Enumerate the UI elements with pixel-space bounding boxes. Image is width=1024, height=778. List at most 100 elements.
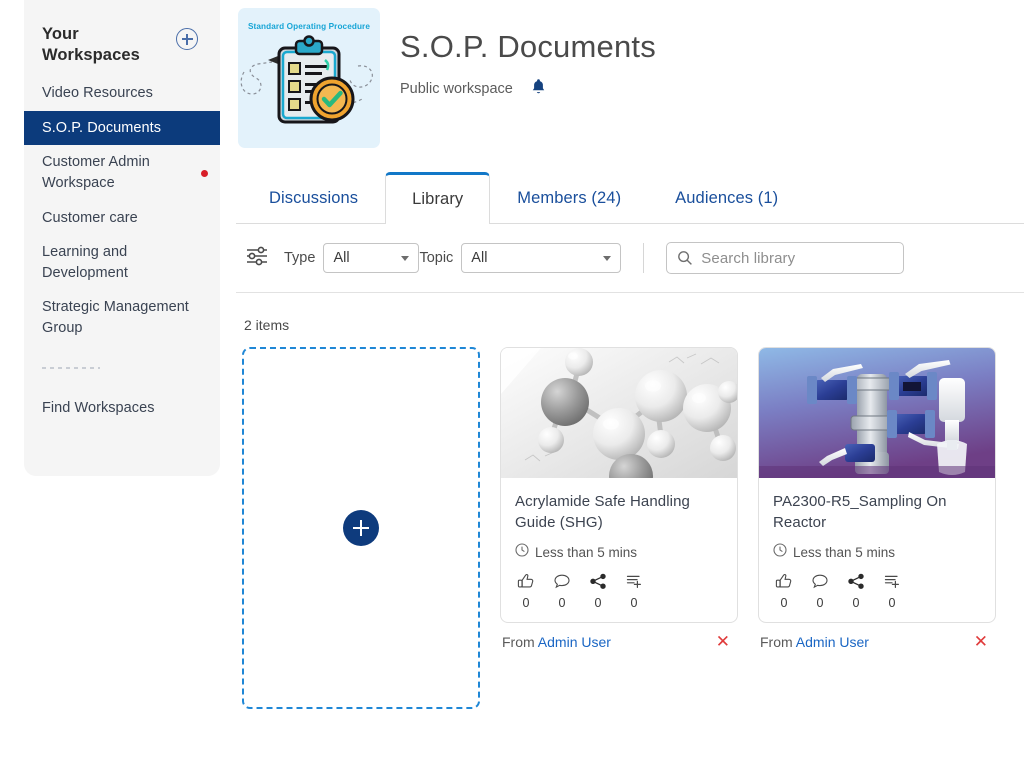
card-actions: 0 0 0 0 [773, 573, 981, 610]
action-count: 0 [780, 596, 788, 610]
tab-members[interactable]: Members (24) [490, 172, 648, 223]
sidebar-item-learning-and-development[interactable]: Learning and Development [24, 235, 220, 290]
action-count: 0 [558, 596, 566, 610]
topic-filter-select[interactable]: All [461, 243, 622, 273]
plus-circle-icon[interactable] [176, 28, 198, 50]
tab-library[interactable]: Library [385, 172, 491, 224]
thumbs-up-icon[interactable]: 0 [773, 573, 795, 610]
workspaces-sidebar: Your Workspaces Video Resources S.O.P. D… [24, 0, 220, 476]
card-owner: From Admin User [760, 634, 869, 650]
add-to-playlist-icon[interactable]: 0 [623, 573, 645, 610]
card-duration: Less than 5 mins [773, 543, 981, 562]
author-link[interactable]: Admin User [538, 634, 611, 650]
action-count: 0 [630, 596, 638, 610]
sidebar-title: Your Workspaces [42, 25, 140, 65]
from-label: From [502, 633, 535, 650]
sidebar-item-strategic-management-group[interactable]: Strategic Management Group [24, 290, 220, 345]
sidebar-item-customer-care[interactable]: Customer care [24, 201, 220, 236]
share-icon[interactable]: 0 [587, 573, 609, 610]
card-title: Acrylamide Safe Handling Guide (SHG) [515, 493, 690, 531]
close-icon[interactable]: ✕ [712, 633, 734, 650]
thumbs-up-icon[interactable]: 0 [515, 573, 537, 610]
card-owner: From Admin User [502, 634, 611, 650]
card-duration-label: Less than 5 mins [793, 545, 896, 560]
sidebar-header: Your Workspaces [24, 0, 220, 72]
plus-icon[interactable] [343, 510, 379, 546]
thumb-caption: Standard Operating Procedure [248, 22, 370, 31]
sidebar-item-sop-documents[interactable]: S.O.P. Documents [24, 110, 220, 146]
card-body: Acrylamide Safe Handling Guide (SHG) Les… [501, 478, 737, 622]
chevron-down-icon [401, 256, 410, 261]
search-placeholder: Search library [701, 249, 796, 267]
card-body: PA2300-R5_Sampling On Reactor Less than … [759, 478, 995, 622]
close-icon[interactable]: ✕ [970, 633, 992, 650]
add-content-tile[interactable] [242, 347, 480, 709]
tab-label: Library [412, 190, 464, 208]
main-content: Standard Operating Procedure S.O.P. Docu… [236, 0, 1024, 778]
page-title: S.O.P. Documents [400, 29, 656, 64]
sidebar-item-video-resources[interactable]: Video Resources [24, 76, 220, 111]
unread-dot-badge [201, 169, 208, 177]
sidebar-item-label: S.O.P. Documents [42, 119, 162, 136]
clock-icon [773, 543, 787, 562]
type-filter-value: All [333, 250, 350, 266]
share-icon[interactable]: 0 [845, 573, 867, 610]
card-footer: From Admin User ✕ [758, 623, 996, 650]
workspace-page: Your Workspaces Video Resources S.O.P. D… [0, 0, 1024, 778]
sidebar-item-label: Customer Admin Workspace [42, 154, 150, 191]
type-filter-label: Type [284, 250, 316, 266]
add-to-playlist-icon[interactable]: 0 [881, 573, 903, 610]
item-count-label: 2 items [244, 317, 290, 333]
sidebar-item-label: Video Resources [42, 85, 153, 102]
action-count: 0 [852, 596, 860, 610]
tab-label: Discussions [269, 188, 359, 207]
tab-label: Audiences (1) [675, 188, 779, 207]
chevron-down-icon [603, 256, 612, 261]
reactor-valves-image [759, 348, 995, 478]
card-footer: From Admin User ✕ [500, 623, 738, 650]
library-item: Acrylamide Safe Handling Guide (SHG) Les… [500, 347, 738, 709]
workspace-visibility-row: Public workspace [400, 78, 656, 100]
action-count: 0 [522, 596, 530, 610]
workspace-hero: Standard Operating Procedure S.O.P. Docu… [236, 0, 1024, 148]
sidebar-item-customer-admin-workspace[interactable]: Customer Admin Workspace [24, 145, 220, 200]
card-title: PA2300-R5_Sampling On Reactor [773, 493, 947, 531]
tab-discussions[interactable]: Discussions [242, 172, 385, 223]
card-duration-label: Less than 5 mins [535, 545, 638, 560]
filter-divider [643, 243, 645, 273]
sidebar-item-label: Find Workspaces [42, 400, 155, 417]
clock-icon [515, 543, 529, 562]
sliders-icon[interactable] [244, 243, 270, 274]
sidebar-item-label: Strategic Management Group [42, 299, 189, 336]
content-card[interactable]: Acrylamide Safe Handling Guide (SHG) Les… [500, 347, 738, 623]
tab-audiences[interactable]: Audiences (1) [648, 172, 805, 223]
action-count: 0 [816, 596, 824, 610]
hero-text-block: S.O.P. Documents Public workspace [380, 8, 656, 100]
card-duration: Less than 5 mins [515, 543, 723, 562]
sidebar-divider [42, 367, 100, 370]
from-label: From [760, 633, 793, 650]
workspace-tabs: Discussions Library Members (24) Audienc… [236, 172, 1024, 224]
library-filter-bar: Type All Topic All Search library [236, 224, 1024, 293]
card-actions: 0 0 0 0 [515, 573, 723, 610]
topic-filter-label: Topic [419, 250, 454, 266]
comment-icon[interactable]: 0 [809, 573, 831, 610]
bell-icon[interactable] [531, 78, 546, 100]
search-icon [677, 250, 693, 271]
tab-label: Members (24) [517, 188, 622, 207]
sidebar-item-label: Learning and Development [42, 244, 128, 281]
search-input[interactable]: Search library [666, 242, 905, 274]
topic-filter-value: All [471, 250, 488, 266]
action-count: 0 [888, 596, 896, 610]
comment-icon[interactable]: 0 [551, 573, 573, 610]
sidebar-item-label: Customer care [42, 209, 138, 226]
author-link[interactable]: Admin User [796, 634, 869, 650]
workspace-list: Video Resources S.O.P. Documents Custome… [24, 76, 220, 345]
clipboard-checklist-icon: Standard Operating Procedure [238, 8, 380, 148]
library-item: PA2300-R5_Sampling On Reactor Less than … [758, 347, 996, 709]
content-card[interactable]: PA2300-R5_Sampling On Reactor Less than … [758, 347, 996, 623]
sidebar-item-find-workspaces[interactable]: Find Workspaces [24, 391, 220, 426]
type-filter-select[interactable]: All [323, 243, 420, 273]
library-grid: Acrylamide Safe Handling Guide (SHG) Les… [236, 347, 1024, 709]
molecule-image [501, 348, 737, 478]
